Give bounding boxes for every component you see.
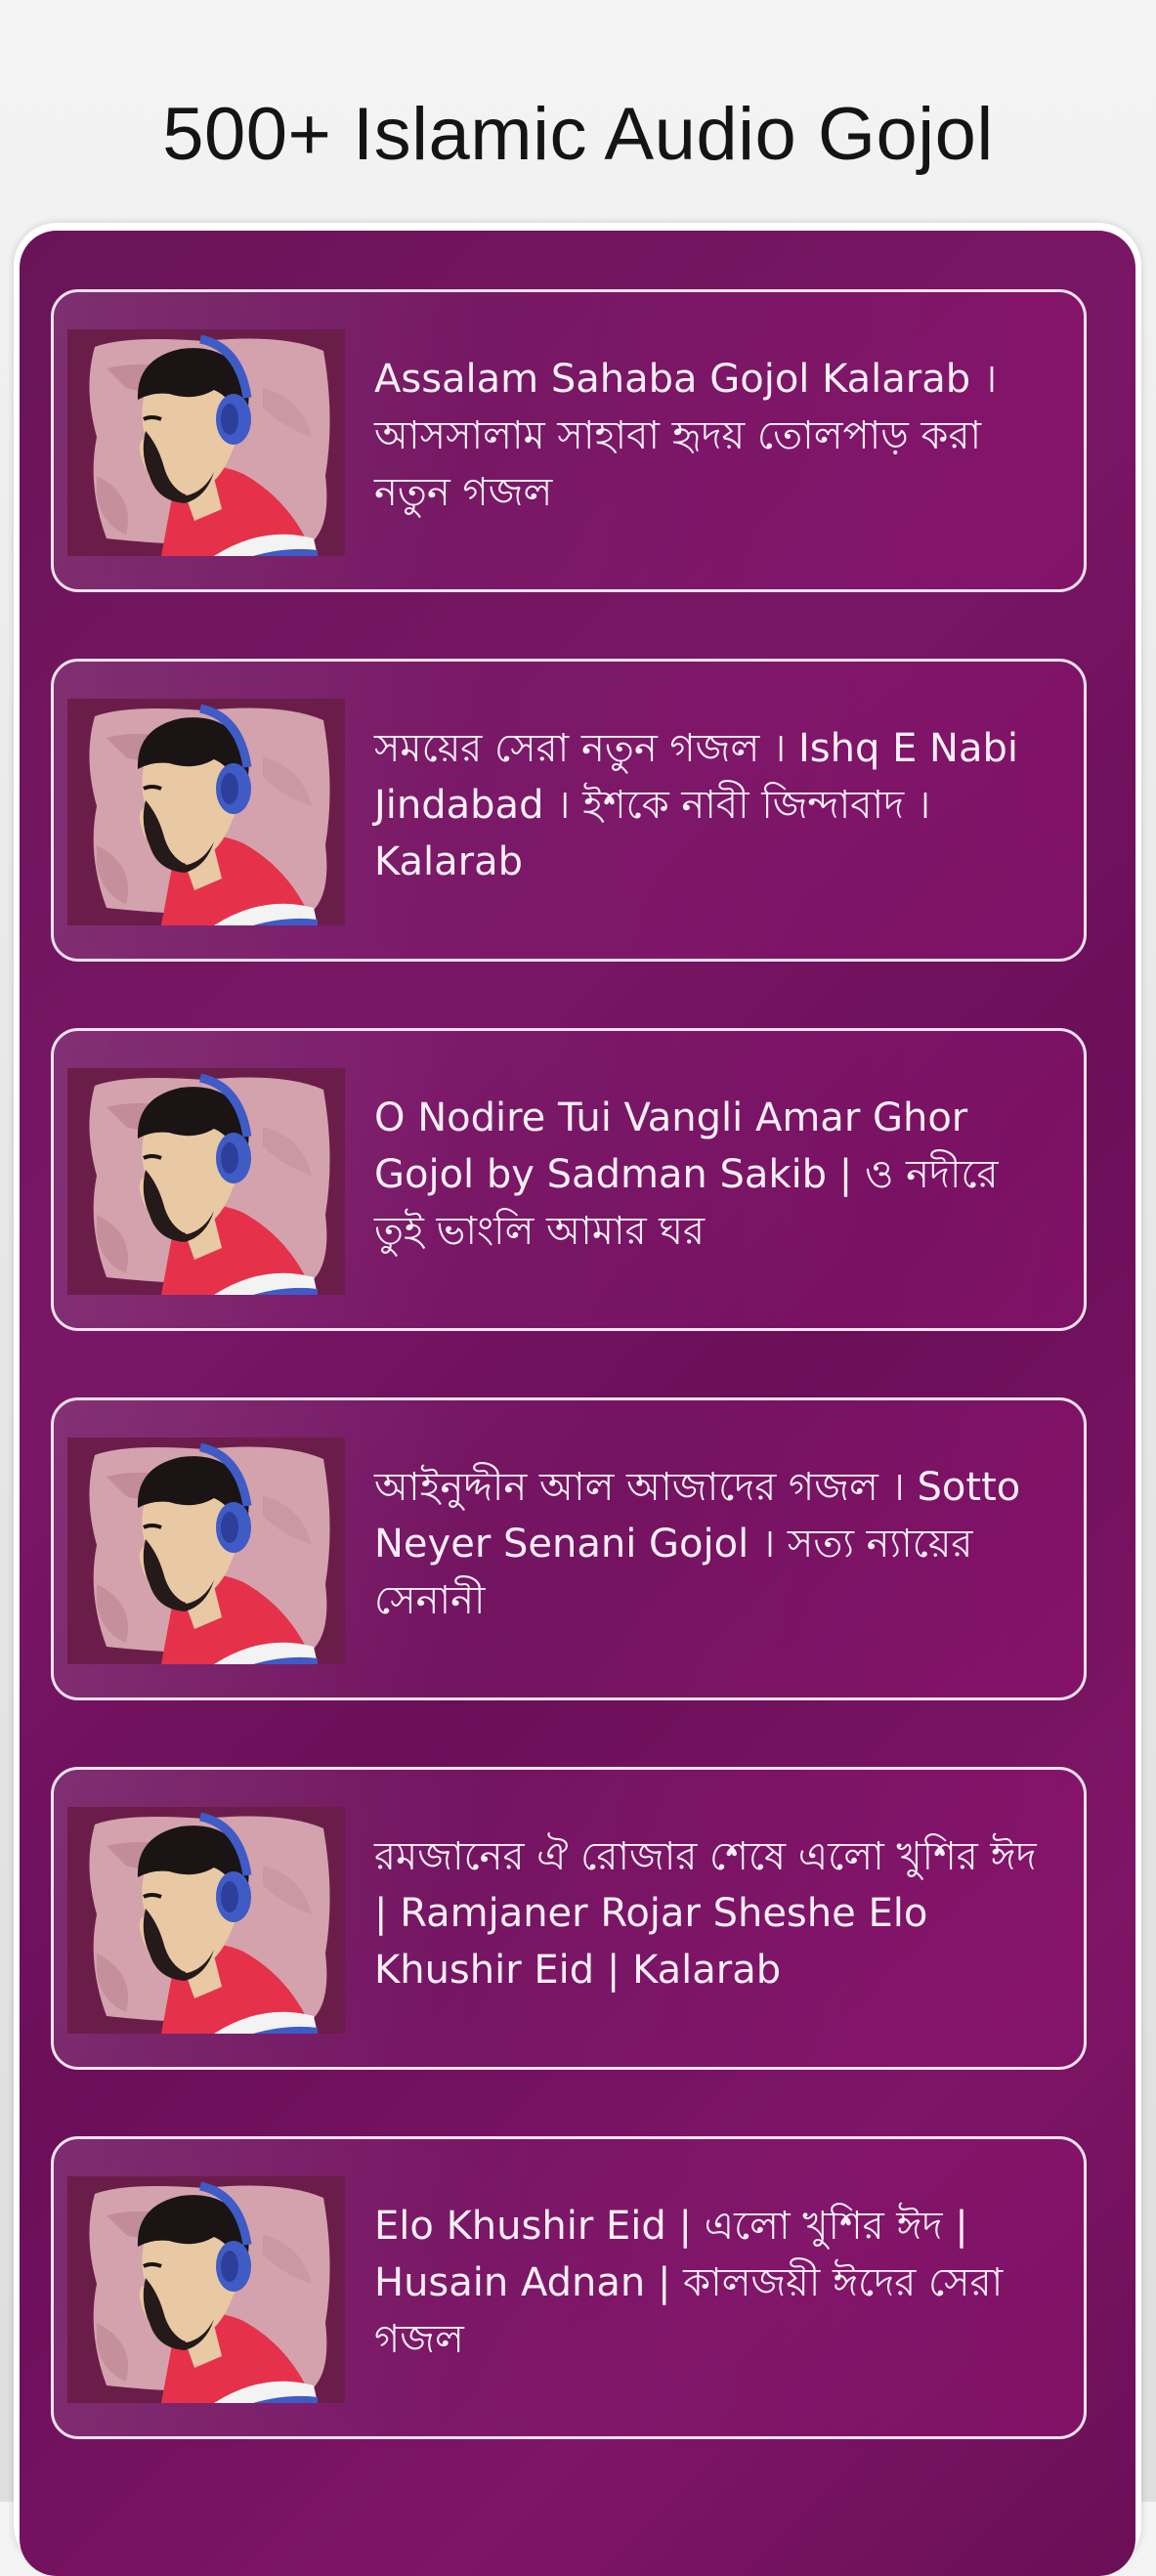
singer-with-headphones-icon [67, 1438, 345, 1664]
gojol-item-title: রমজানের ঐ রোজার শেষে এলো খুশির ঈদ | Ramj… [374, 1834, 1037, 1993]
gojol-item[interactable]: Elo Khushir Eid | এলো খুশির ঈদ | Husain … [51, 2136, 1087, 2439]
singer-with-headphones-icon [67, 2176, 345, 2403]
singer-with-headphones-icon [67, 1807, 345, 2034]
gojol-item-title: Assalam Sahaba Gojol Kalarab । আসসালাম স… [374, 357, 998, 515]
singer-with-headphones-icon [67, 1068, 345, 1295]
gojol-item-title: সময়ের সেরা নতুন গজল । Ishq E Nabi Jinda… [374, 726, 1018, 884]
gojol-item-title: আইনুদ্দীন আল আজাদের গজল । Sotto Neyer Se… [374, 1465, 1021, 1623]
gojol-item-title: Elo Khushir Eid | এলো খুশির ঈদ | Husain … [374, 2204, 1004, 2362]
gojol-item-title: O Nodire Tui Vangli Amar Ghor Gojol by S… [374, 1095, 999, 1254]
gojol-item[interactable]: সময়ের সেরা নতুন গজল । Ishq E Nabi Jinda… [51, 659, 1087, 962]
singer-with-headphones-icon [67, 699, 345, 925]
gojol-item[interactable]: রমজানের ঐ রোজার শেষে এলো খুশির ঈদ | Ramj… [51, 1767, 1087, 2070]
gojol-list: Assalam Sahaba Gojol Kalarab । আসসালাম স… [51, 289, 1087, 2506]
gojol-item[interactable]: Assalam Sahaba Gojol Kalarab । আসসালাম স… [51, 289, 1087, 592]
gojol-item[interactable]: O Nodire Tui Vangli Amar Ghor Gojol by S… [51, 1028, 1087, 1331]
singer-with-headphones-icon [67, 329, 345, 556]
gojol-item[interactable]: আইনুদ্দীন আল আজাদের গজল । Sotto Neyer Se… [51, 1397, 1087, 1700]
page-title: 500+ Islamic Audio Gojol [162, 93, 994, 176]
